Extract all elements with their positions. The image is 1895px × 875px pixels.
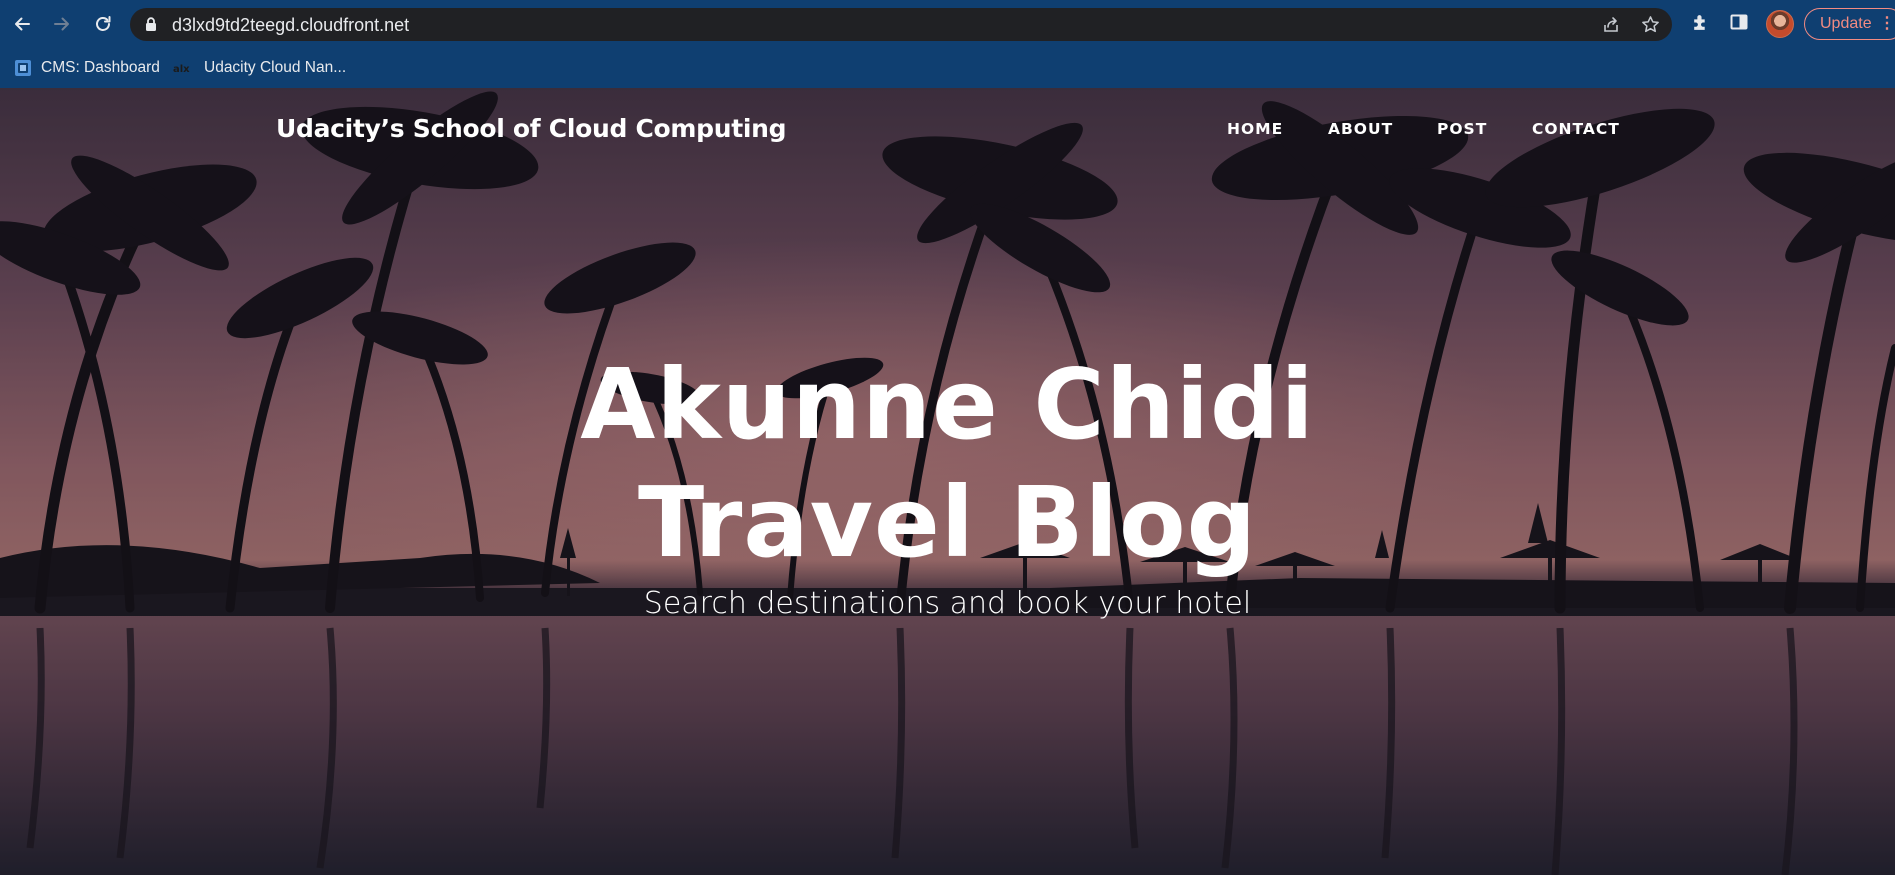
nav-link-home[interactable]: HOME [1227,120,1283,138]
hero-subtitle: Search destinations and book your hotel [643,586,1252,621]
profile-avatar[interactable] [1766,10,1794,38]
hero-title: Akunne Chidi Travel Blog [0,346,1895,582]
bookmark-label: Udacity Cloud Nan... [204,59,347,76]
back-button[interactable] [8,10,36,38]
forward-arrow-icon [54,17,69,31]
forward-button[interactable] [48,10,76,38]
address-bar[interactable]: d3lxd9td2teegd.cloudfront.net [130,8,1672,41]
alx-bookmark-icon: alx [173,61,195,75]
cms-bookmark-icon [14,59,32,77]
bookmarks-bar: CMS: Dashboard alx Udacity Cloud Nan... [0,48,1895,88]
share-icon[interactable] [1602,16,1620,38]
reload-button[interactable] [89,10,117,38]
hero-title-line1: Akunne Chidi [580,348,1315,461]
reload-icon [96,16,111,31]
hero-section: Udacity’s School of Cloud Computing HOME… [0,88,1895,875]
bookmark-star-icon[interactable] [1641,15,1660,38]
bookmark-label: CMS: Dashboard [41,59,160,76]
nav-link-post[interactable]: POST [1437,120,1487,138]
update-button[interactable]: Update ⋮ [1804,8,1895,40]
bookmark-cms-dashboard[interactable]: CMS: Dashboard [14,54,160,82]
back-arrow-icon [15,17,30,31]
nav-link-contact[interactable]: CONTACT [1532,120,1620,138]
bookmark-udacity-cloud[interactable]: alx Udacity Cloud Nan... [173,54,346,82]
site-nav: HOME ABOUT POST CONTACT [0,120,1895,144]
browser-toolbar: d3lxd9td2teegd.cloudfront.net Update ⋮ [0,0,1895,48]
update-button-label: Update [1820,15,1872,32]
nav-link-about[interactable]: ABOUT [1328,120,1393,138]
lock-icon [145,17,157,36]
hero-title-line2: Travel Blog [637,466,1258,579]
more-menu-icon[interactable]: ⋮ [1879,9,1895,38]
svg-text:alx: alx [173,64,190,75]
browser-chrome: d3lxd9td2teegd.cloudfront.net Update ⋮ C… [0,0,1895,88]
side-panel-icon[interactable] [1729,12,1749,36]
url-text[interactable]: d3lxd9td2teegd.cloudfront.net [172,15,409,36]
extensions-puzzle-icon[interactable] [1690,12,1711,37]
